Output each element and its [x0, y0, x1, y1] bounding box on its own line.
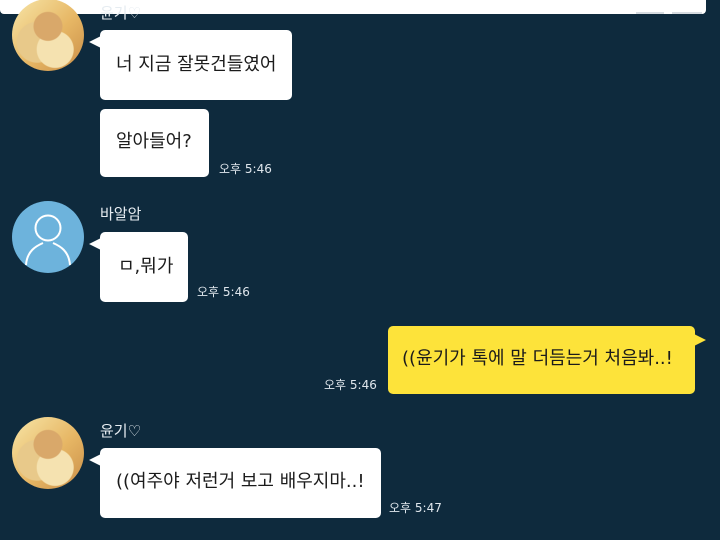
person-silhouette-icon [25, 214, 71, 266]
message-text: ((여주야 저런거 보고 배우지마..! [116, 471, 365, 492]
message-bubble[interactable]: ㅁ,뭐가 [89, 232, 188, 302]
message-bubble[interactable]: 너 지금 잘못건들였어 [89, 30, 292, 100]
sender-name: 윤기♡ [100, 4, 142, 22]
sender-name: 윤기♡ [100, 422, 142, 440]
bubble-tail [89, 454, 101, 466]
avatar-yoongi-2[interactable] [12, 417, 84, 489]
bubble-tail [694, 334, 706, 346]
message-time: 오후 5:46 [324, 378, 377, 392]
own-message-bubble[interactable]: ((윤기가 톡에 말 더듬는거 처음봐..! [388, 326, 706, 394]
message-bubble[interactable]: 알아들어? [100, 109, 209, 177]
sender-name: 바알암 [100, 205, 142, 223]
message-time: 오후 5:46 [219, 162, 272, 176]
message-time: 오후 5:47 [389, 501, 442, 515]
message-text: 너 지금 잘못건들였어 [116, 54, 277, 75]
message-text: ((윤기가 톡에 말 더듬는거 처음봐..! [402, 348, 673, 369]
bubble-tail [89, 36, 101, 48]
message-time: 오후 5:46 [197, 285, 250, 299]
bubble-tail [89, 238, 101, 250]
message-text: ㅁ,뭐가 [118, 256, 174, 277]
avatar-yoongi-1[interactable] [12, 0, 84, 71]
message-text: 알아들어? [116, 131, 192, 152]
avatar-default[interactable] [12, 201, 84, 273]
message-bubble[interactable]: ((여주야 저런거 보고 배우지마..! [89, 448, 381, 518]
